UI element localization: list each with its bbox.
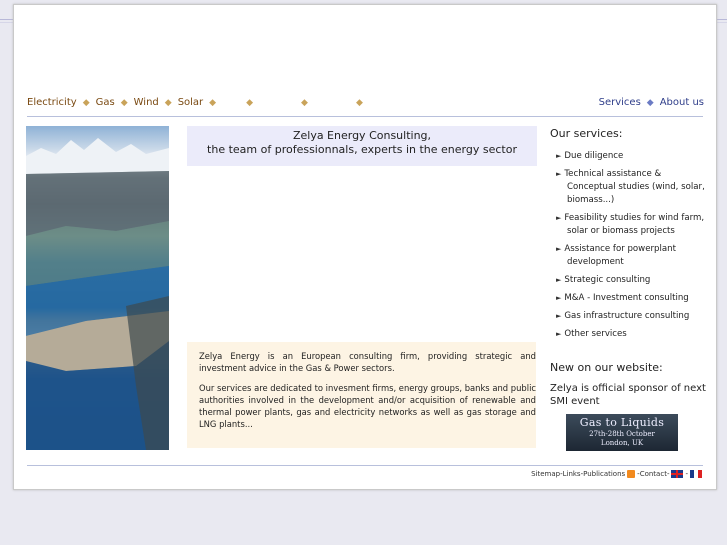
diamond-bullet-icon: ◆	[164, 97, 172, 108]
tagline-line-1: Zelya Energy Consulting,	[292, 129, 432, 142]
service-label: M&A - Investment consulting	[564, 293, 689, 303]
news-title: New on our website:	[550, 361, 663, 374]
triangle-right-icon: ►	[556, 312, 562, 320]
service-label: Strategic consulting	[564, 275, 651, 285]
diamond-bullet-icon: ◆	[209, 97, 217, 108]
triangle-right-icon: ►	[556, 152, 562, 160]
banner-place: London, UK	[600, 439, 644, 447]
nav-about-us[interactable]: About us	[660, 97, 704, 108]
service-strategic-consulting[interactable]: ► Strategic consulting	[556, 274, 710, 287]
rss-icon[interactable]	[627, 470, 636, 478]
nav-services[interactable]: Services	[599, 97, 641, 108]
diamond-bullet-icon: ◆	[246, 97, 254, 108]
banner-date: 27th-28th October	[589, 430, 655, 438]
banner-title: Gas to Liquids	[579, 416, 665, 429]
dam-lake-photo	[26, 126, 169, 450]
services-title: Our services:	[550, 127, 623, 140]
footer-links-link[interactable]: Links	[563, 470, 581, 478]
services-sidebar: Our services: ► Due diligence ► Technical …	[550, 127, 710, 346]
sponsor-text: Zelya is official sponsor of next SMI ev…	[550, 383, 706, 407]
top-navigation: Electricity ◆ Gas ◆ Wind ◆ Solar ◆ ◆ ◆ ◆	[27, 97, 387, 108]
triangle-right-icon: ►	[556, 170, 562, 178]
triangle-right-icon: ►	[556, 245, 562, 253]
diamond-bullet-icon: ◆	[120, 97, 128, 108]
triangle-right-icon: ►	[556, 330, 562, 338]
service-label: Due diligence	[564, 151, 624, 161]
service-powerplant-development[interactable]: ► Assistance for powerplant development	[556, 243, 710, 269]
service-other[interactable]: ► Other services	[556, 328, 710, 341]
diamond-bullet-icon: ◆	[82, 97, 90, 108]
service-ma-investment[interactable]: ► M&A - Investment consulting	[556, 292, 710, 305]
footer-contact[interactable]: Contact	[640, 470, 667, 478]
service-feasibility-studies[interactable]: ► Feasibility studies for wind farm, sola…	[556, 212, 710, 238]
service-due-diligence[interactable]: ► Due diligence	[556, 150, 710, 163]
intro-paragraph-2: Our services are dedicated to invesment …	[199, 382, 536, 430]
diamond-bullet-icon: ◆	[301, 97, 308, 108]
diamond-bullet-icon: ◆	[355, 97, 363, 108]
footer-publications[interactable]: Publications	[583, 470, 625, 478]
service-label: Feasibility studies for wind farm, solar…	[564, 213, 705, 236]
intro-box: Zelya Energy is an European consulting f…	[187, 342, 536, 448]
nav-wind[interactable]: Wind	[134, 97, 159, 108]
footer-sitemap[interactable]: Sitemap	[531, 470, 560, 478]
footer-divider	[27, 465, 703, 466]
event-banner[interactable]: Gas to Liquids 27th-28th October London,…	[566, 414, 678, 451]
tagline-line-2: the team of professionnals, experts in t…	[207, 143, 517, 156]
triangle-right-icon: ►	[556, 294, 562, 302]
intro-paragraph-1: Zelya Energy is an European consulting f…	[199, 351, 536, 374]
footer-links: Sitemap - Links - Publications - Contact…	[531, 470, 702, 478]
service-label: Other services	[564, 329, 627, 339]
triangle-right-icon: ►	[556, 214, 562, 222]
nav-solar[interactable]: Solar	[178, 97, 203, 108]
footer-separator: -	[685, 470, 688, 478]
diamond-bullet-icon: ◆	[646, 97, 654, 108]
page-container: Electricity ◆ Gas ◆ Wind ◆ Solar ◆ ◆ ◆ ◆…	[13, 4, 717, 490]
footer-separator: -	[666, 470, 670, 478]
uk-flag-icon[interactable]	[671, 470, 684, 478]
secondary-navigation: Services ◆ About us	[599, 97, 704, 108]
company-tagline-box: Zelya Energy Consulting, the team of pro…	[187, 126, 537, 166]
service-gas-infrastructure[interactable]: ► Gas infrastructure consulting	[556, 310, 710, 323]
service-label: Technical assistance & Conceptual studie…	[564, 169, 662, 192]
service-label: Gas infrastructure consulting	[564, 311, 690, 321]
services-list: ► Due diligence ► Technical assistance & C…	[550, 150, 710, 341]
service-label: Assistance for powerplant development	[564, 244, 676, 267]
nav-gas[interactable]: Gas	[96, 97, 115, 108]
divider	[27, 116, 703, 117]
french-flag-icon[interactable]	[690, 470, 702, 478]
service-technical-assistance[interactable]: ► Technical assistance & Conceptual studi…	[556, 168, 710, 207]
nav-electricity[interactable]: Electricity	[27, 97, 77, 108]
triangle-right-icon: ►	[556, 276, 562, 284]
